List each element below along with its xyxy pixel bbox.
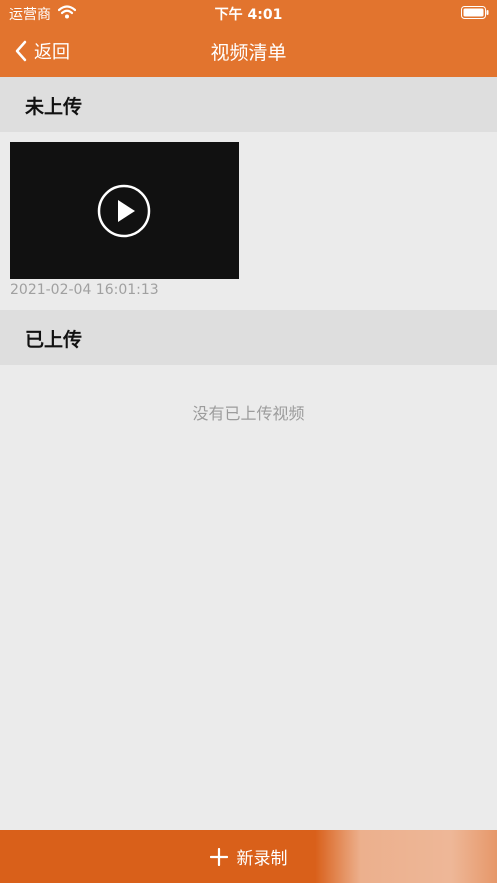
play-icon [97,184,151,238]
section-header-uploaded: 已上传 [0,310,497,365]
status-time: 下午 4:01 [214,7,283,23]
empty-state-text: 没有已上传视频 [192,404,305,423]
plus-icon [209,847,228,866]
app-header: 运营商 下午 4:01 返回 视频清单 [0,0,497,77]
video-thumbnail[interactable] [10,142,239,279]
video-timestamp: 2021-02-04 16:01:13 [10,282,159,298]
section-title-pending: 未上传 [25,96,83,118]
new-recording-button[interactable]: 新录制 [0,830,497,883]
new-recording-content: 新录制 [0,844,497,869]
section-header-pending: 未上传 [0,77,497,132]
page-title: 视频清单 [210,42,287,64]
section-title-uploaded: 已上传 [25,329,83,351]
battery-icon [461,6,489,19]
status-bar: 运营商 下午 4:01 [0,0,497,26]
new-recording-label: 新录制 [236,849,288,869]
